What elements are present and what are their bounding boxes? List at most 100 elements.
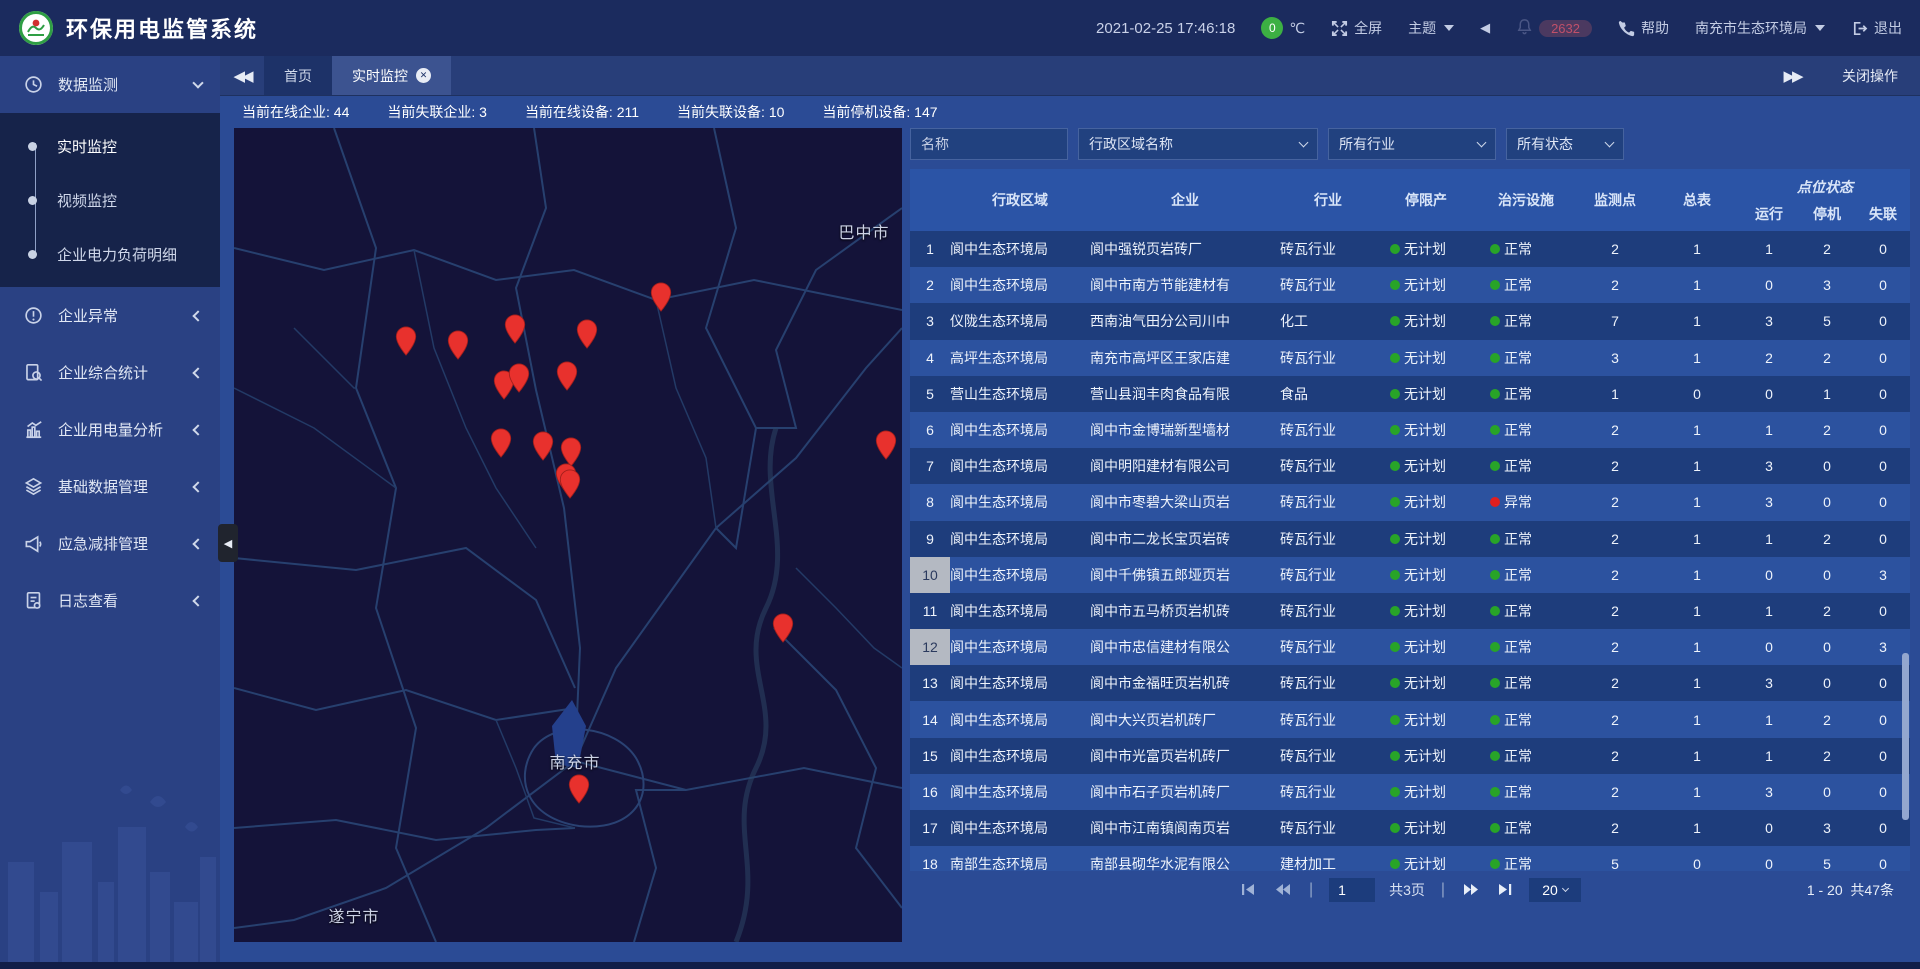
chevron-left-icon: ◀: [224, 537, 232, 550]
table-row[interactable]: 12阆中生态环境局阆中市忠信建材有限公砖瓦行业无计划正常21003: [910, 629, 1910, 665]
notifications-button[interactable]: 2632: [1516, 18, 1592, 39]
company-cell: 阆中市金博瑞新型墙材: [1090, 420, 1280, 440]
region-cell: 阆中生态环境局: [950, 239, 1090, 259]
map-marker-icon[interactable]: [532, 431, 554, 461]
tab-home[interactable]: 首页: [264, 56, 332, 95]
table-row[interactable]: 7阆中生态环境局阆中明阳建材有限公司砖瓦行业无计划正常21300: [910, 448, 1910, 484]
table-row[interactable]: 9阆中生态环境局阆中市二龙长宝页岩砖砖瓦行业无计划正常21120: [910, 521, 1910, 557]
fullscreen-button[interactable]: 全屏: [1331, 18, 1382, 38]
help-button[interactable]: 帮助: [1618, 18, 1669, 38]
table-row[interactable]: 13阆中生态环境局阆中市金福旺页岩机砖砖瓦行业无计划正常21300: [910, 665, 1910, 701]
fullscreen-icon: [1331, 20, 1348, 37]
map-marker-icon[interactable]: [568, 774, 590, 804]
map-marker-icon[interactable]: [395, 326, 417, 356]
table-scrollbar[interactable]: [1902, 653, 1909, 819]
tab-realtime-monitor[interactable]: 实时监控 ✕: [332, 56, 451, 95]
sound-toggle-button[interactable]: ◀: [1480, 20, 1490, 36]
table-row[interactable]: 3仪陇生态环境局西南油气田分公司川中化工无计划正常71350: [910, 303, 1910, 339]
sidebar-group-enterprise-abnormal[interactable]: 企业异常: [0, 287, 220, 344]
first-page-button[interactable]: [1239, 882, 1259, 898]
sidebar-item-video-monitor[interactable]: 视频监控: [0, 173, 220, 227]
table-row[interactable]: 11阆中生态环境局阆中市五马桥页岩机砖砖瓦行业无计划正常21120: [910, 593, 1910, 629]
sidebar-item-realtime-monitor[interactable]: 实时监控: [0, 119, 220, 173]
stopped-count-cell: 1: [1798, 386, 1856, 402]
tabs-scroll-left-button[interactable]: ◀◀: [220, 56, 264, 95]
page-size-select[interactable]: 20: [1529, 878, 1581, 902]
sidebar-group-label: 企业用电量分析: [58, 419, 194, 440]
last-page-button[interactable]: [1495, 882, 1515, 898]
sidebar-collapse-button[interactable]: ◀: [218, 524, 238, 562]
org-dropdown[interactable]: 南充市生态环境局: [1695, 18, 1825, 38]
map-marker-icon[interactable]: [556, 361, 578, 391]
green-dot-icon: [1390, 751, 1400, 761]
enterprise-table-panel: 行政区域名称 所有行业 所有状态 行政区域 企业 行业: [910, 128, 1910, 942]
region-filter-select[interactable]: 行政区域名称: [1078, 128, 1318, 160]
region-cell: 仪陇生态环境局: [950, 311, 1090, 331]
sidebar-group-emergency-reduction[interactable]: 应急减排管理: [0, 515, 220, 572]
facility-status-cell: 正常: [1476, 239, 1576, 259]
map-marker-icon[interactable]: [875, 430, 897, 460]
theme-dropdown[interactable]: 主题: [1408, 18, 1454, 38]
production-status-cell: 无计划: [1376, 782, 1476, 802]
map-marker-icon[interactable]: [490, 428, 512, 458]
map-marker-icon[interactable]: [508, 363, 530, 393]
brand: 环保用电监管系统: [18, 10, 258, 46]
row-number-cell: 6: [910, 412, 950, 448]
lost-count-cell: 3: [1856, 567, 1910, 583]
tab-close-icon[interactable]: ✕: [416, 68, 431, 83]
chevron-left-icon: [192, 424, 203, 435]
table-row[interactable]: 15阆中生态环境局阆中市光富页岩机砖厂砖瓦行业无计划正常21120: [910, 738, 1910, 774]
range-summary: 1 - 20 共47条: [1807, 880, 1894, 900]
table-row[interactable]: 4高坪生态环境局南充市高坪区王家店建砖瓦行业无计划正常31220: [910, 340, 1910, 376]
map-marker-icon[interactable]: [559, 469, 581, 499]
region-cell: 阆中生态环境局: [950, 565, 1090, 585]
map-panel[interactable]: 巴中市南充市遂宁市: [234, 128, 902, 942]
sidebar-group-enterprise-stats[interactable]: 企业综合统计: [0, 344, 220, 401]
next-page-button[interactable]: [1461, 882, 1481, 898]
table-row[interactable]: 18南部生态环境局南部县砌华水泥有限公建材加工无计划正常50050: [910, 846, 1910, 871]
table-row[interactable]: 1阆中生态环境局阆中强锐页岩砖厂砖瓦行业无计划正常21120: [910, 231, 1910, 267]
page-number-input[interactable]: [1329, 878, 1375, 902]
running-count-cell: 1: [1740, 712, 1798, 728]
production-status-cell: 无计划: [1376, 311, 1476, 331]
table-row[interactable]: 2阆中生态环境局阆中市南方节能建材有砖瓦行业无计划正常21030: [910, 267, 1910, 303]
monitor-count-cell: 2: [1576, 820, 1654, 836]
sidebar-group-data-monitoring[interactable]: 数据监测: [0, 56, 220, 113]
sidebar-item-label: 实时监控: [57, 136, 117, 157]
industry-cell: 砖瓦行业: [1280, 348, 1376, 368]
table-row[interactable]: 5营山生态环境局营山县润丰肉食品有限食品无计划正常10010: [910, 376, 1910, 412]
industry-filter-select[interactable]: 所有行业: [1328, 128, 1496, 160]
row-number-cell: 4: [910, 340, 950, 376]
temperature: 0 ℃: [1261, 17, 1305, 39]
map-marker-icon[interactable]: [576, 319, 598, 349]
table-row[interactable]: 10阆中生态环境局阆中千佛镇五郎垭页岩砖瓦行业无计划正常21003: [910, 557, 1910, 593]
table-row[interactable]: 17阆中生态环境局阆中市江南镇阆南页岩砖瓦行业无计划正常21030: [910, 810, 1910, 846]
stopped-count-cell: 2: [1798, 241, 1856, 257]
sidebar-group-power-analysis[interactable]: 企业用电量分析: [0, 401, 220, 458]
close-operations-button[interactable]: 关闭操作: [1842, 66, 1898, 86]
map-marker-icon[interactable]: [504, 314, 526, 344]
stopped-count-cell: 0: [1798, 639, 1856, 655]
table-row[interactable]: 8阆中生态环境局阆中市枣碧大梁山页岩砖瓦行业无计划异常21300: [910, 484, 1910, 520]
logout-button[interactable]: 退出: [1851, 18, 1902, 38]
table-row[interactable]: 6阆中生态环境局阆中市金博瑞新型墙材砖瓦行业无计划正常21120: [910, 412, 1910, 448]
lost-count-cell: 0: [1856, 277, 1910, 293]
sidebar-group-base-data[interactable]: 基础数据管理: [0, 458, 220, 515]
row-number-cell: 10: [910, 557, 950, 593]
table-row[interactable]: 14阆中生态环境局阆中大兴页岩机砖厂砖瓦行业无计划正常21120: [910, 701, 1910, 737]
tabs-scroll-right-button[interactable]: ▶▶: [1770, 67, 1814, 85]
facility-status-cell: 正常: [1476, 348, 1576, 368]
running-count-cell: 1: [1740, 748, 1798, 764]
map-marker-icon[interactable]: [650, 282, 672, 312]
divider: |: [1309, 881, 1313, 899]
map-marker-icon[interactable]: [447, 330, 469, 360]
region-cell: 阆中生态环境局: [950, 746, 1090, 766]
table-row[interactable]: 16阆中生态环境局阆中市石子页岩机砖厂砖瓦行业无计划正常21300: [910, 774, 1910, 810]
sidebar-group-log-view[interactable]: 日志查看: [0, 572, 220, 629]
sidebar-item-power-load-detail[interactable]: 企业电力负荷明细: [0, 227, 220, 281]
row-number-cell: 13: [910, 665, 950, 701]
status-filter-select[interactable]: 所有状态: [1506, 128, 1624, 160]
name-filter-input[interactable]: [910, 128, 1068, 160]
prev-page-button[interactable]: [1273, 882, 1293, 898]
map-marker-icon[interactable]: [772, 613, 794, 643]
